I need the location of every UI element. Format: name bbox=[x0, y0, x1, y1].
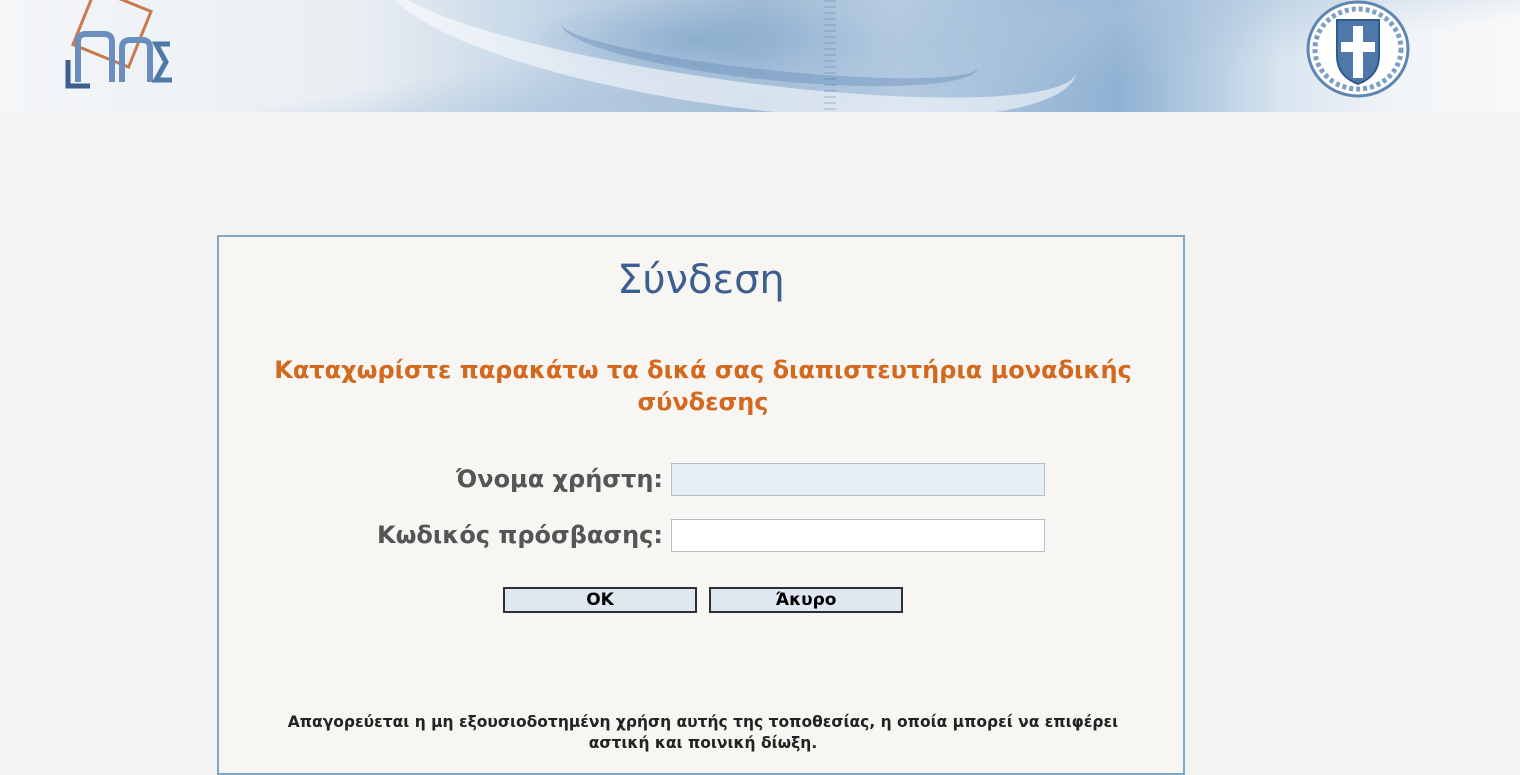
password-input[interactable] bbox=[671, 519, 1045, 552]
cancel-button[interactable]: Άκυρο bbox=[709, 587, 903, 613]
username-label: Όνομα χρήστη: bbox=[455, 465, 663, 493]
login-instructions: Καταχωρίστε παρακάτω τα δικά σας διαπιστ… bbox=[274, 356, 1132, 416]
legal-disclaimer: Απαγορεύεται η μη εξουσιοδοτημένη χρήση … bbox=[287, 713, 1119, 752]
password-label: Κωδικός πρόσβασης: bbox=[376, 521, 663, 549]
login-panel: Σύνδεση Καταχωρίστε παρακάτω τα δικά σας… bbox=[217, 235, 1185, 775]
greek-coat-of-arms-icon bbox=[1306, 0, 1410, 98]
login-title: Σύνδεση bbox=[617, 257, 785, 303]
ok-button[interactable]: OK bbox=[503, 587, 697, 613]
banner-dots bbox=[824, 0, 836, 112]
password-row: Κωδικός πρόσβασης: bbox=[219, 519, 663, 553]
gsis-logo-icon bbox=[65, 0, 172, 89]
header-banner bbox=[0, 0, 1520, 112]
username-row: Όνομα χρήστη: bbox=[219, 463, 663, 497]
username-input[interactable] bbox=[671, 463, 1045, 496]
